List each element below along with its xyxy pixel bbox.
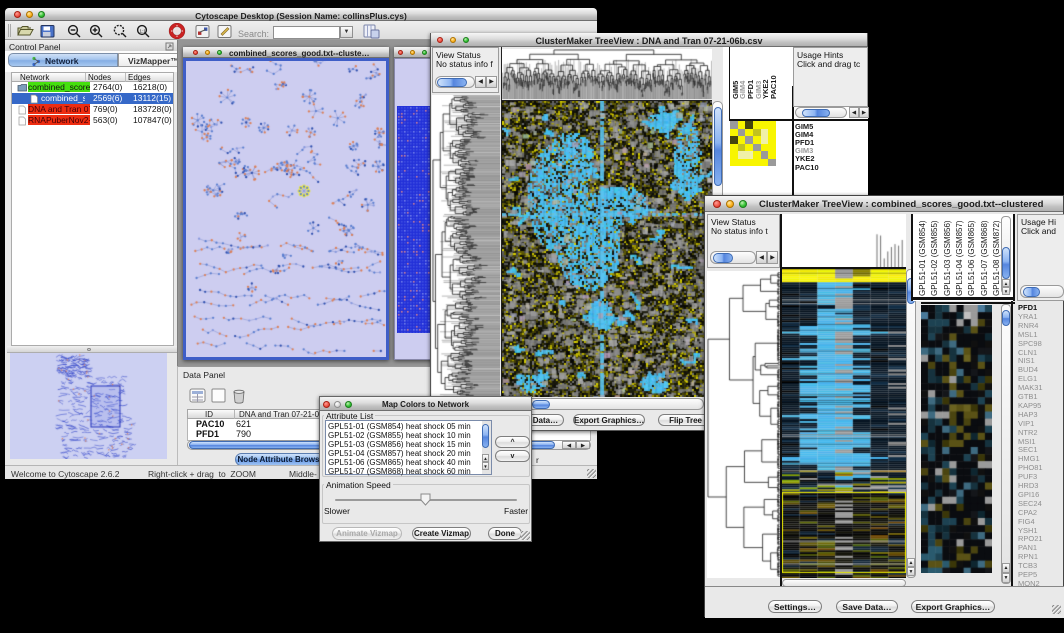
svg-text:1:1: 1:1 [140, 29, 147, 34]
